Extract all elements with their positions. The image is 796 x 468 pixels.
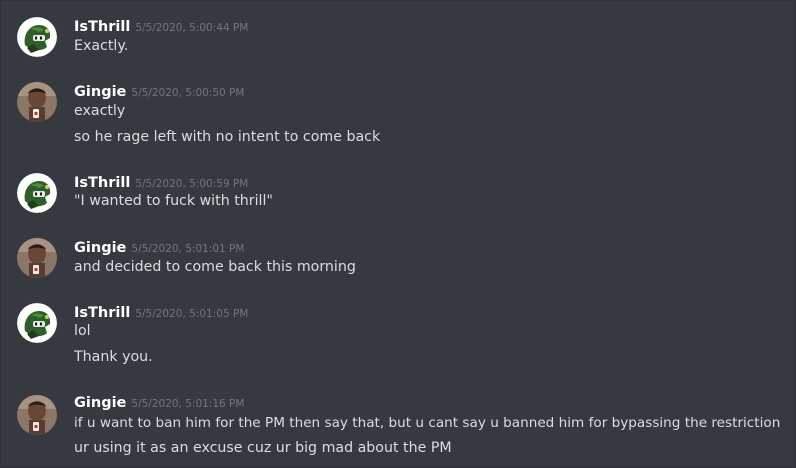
- photo-avatar-icon: [17, 82, 57, 122]
- timestamp: 5/5/2020, 5:01:01 PM: [131, 243, 245, 255]
- message-text: Exactly.: [74, 38, 129, 54]
- username[interactable]: IsThrill: [74, 19, 130, 35]
- timestamp: 5/5/2020, 5:01:05 PM: [135, 308, 249, 320]
- chat-message-list: IsThrill 5/5/2020, 5:00:44 PM Exactly. Gi…: [0, 0, 796, 468]
- timestamp: 5/5/2020, 5:00:44 PM: [135, 22, 249, 34]
- message-text: exactly: [74, 103, 126, 119]
- message-header: IsThrill 5/5/2020, 5:00:59 PM: [74, 172, 248, 192]
- message-header: Gingie 5/5/2020, 5:00:50 PM: [74, 81, 244, 101]
- avatar[interactable]: [17, 82, 57, 122]
- username[interactable]: Gingie: [74, 240, 126, 256]
- message-header: IsThrill 5/5/2020, 5:01:05 PM: [74, 302, 248, 322]
- timestamp: 5/5/2020, 5:01:16 PM: [131, 398, 245, 410]
- timestamp: 5/5/2020, 5:00:59 PM: [135, 178, 249, 190]
- message-header: Gingie 5/5/2020, 5:01:01 PM: [74, 237, 244, 257]
- avatar[interactable]: [17, 17, 57, 57]
- avatar[interactable]: [17, 303, 57, 343]
- message-text: lol: [74, 323, 91, 339]
- avatar[interactable]: [17, 395, 57, 435]
- timestamp: 5/5/2020, 5:00:50 PM: [131, 87, 245, 99]
- green-mask-icon: [17, 173, 57, 213]
- username[interactable]: IsThrill: [74, 175, 130, 191]
- message-header: IsThrill 5/5/2020, 5:00:44 PM: [74, 16, 248, 36]
- message-text: Thank you.: [74, 349, 153, 365]
- username[interactable]: Gingie: [74, 84, 126, 100]
- message-text: if u want to ban him for the PM then say…: [74, 415, 781, 431]
- username[interactable]: IsThrill: [74, 305, 130, 321]
- message-text: ur using it as an excuse cuz ur big mad …: [74, 440, 452, 456]
- green-mask-icon: [17, 17, 57, 57]
- username[interactable]: Gingie: [74, 395, 126, 411]
- message-text: "I wanted to fuck with thrill": [74, 193, 273, 209]
- photo-avatar-icon: [17, 395, 57, 435]
- message-text: and decided to come back this morning: [74, 259, 356, 275]
- message-header: Gingie 5/5/2020, 5:01:16 PM: [74, 392, 244, 412]
- message-text: so he rage left with no intent to come b…: [74, 129, 381, 145]
- photo-avatar-icon: [17, 238, 57, 278]
- avatar[interactable]: [17, 238, 57, 278]
- green-mask-icon: [17, 303, 57, 343]
- avatar[interactable]: [17, 173, 57, 213]
